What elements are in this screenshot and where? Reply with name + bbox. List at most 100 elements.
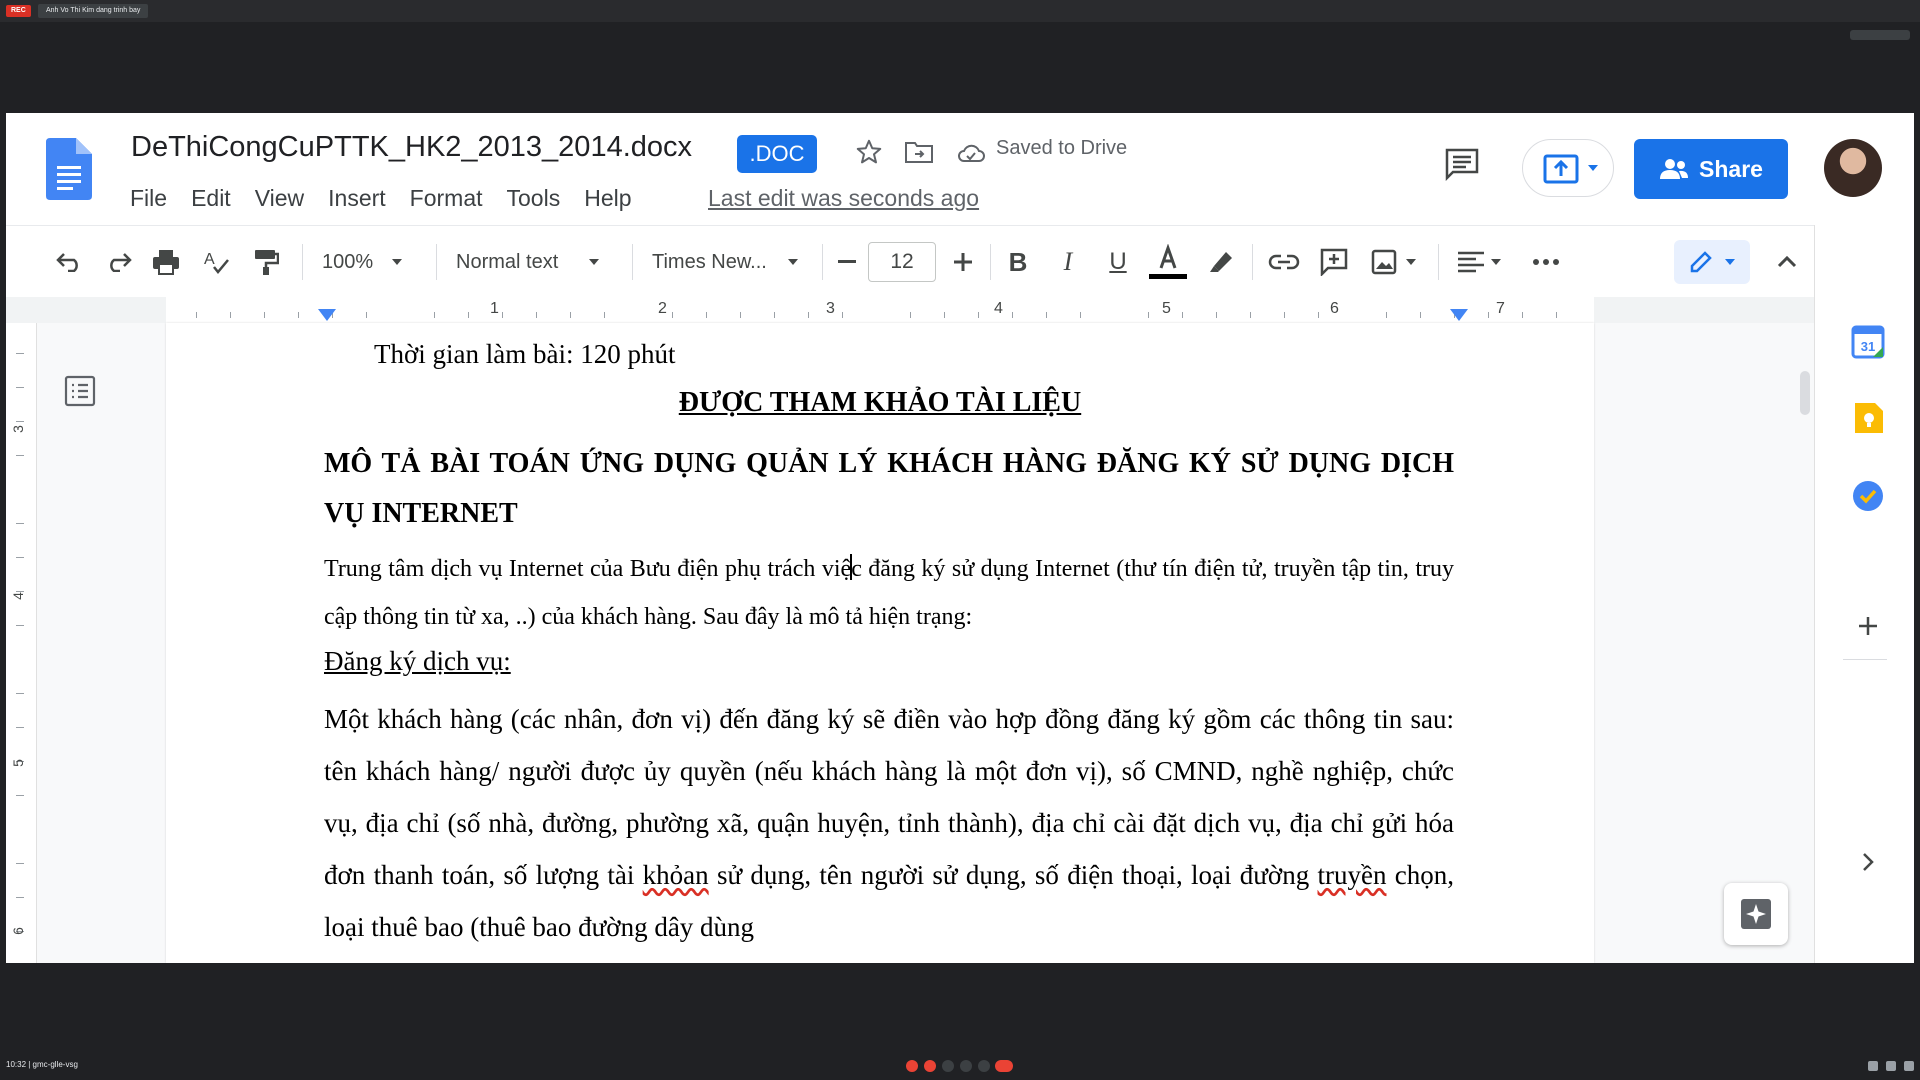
avatar[interactable] bbox=[1824, 139, 1882, 197]
bold-icon: B bbox=[1008, 246, 1028, 277]
captions-button[interactable] bbox=[942, 1060, 954, 1072]
bold-button[interactable]: B bbox=[998, 226, 1038, 298]
highlight-icon bbox=[1210, 252, 1232, 272]
zoom-select[interactable]: 100% bbox=[322, 226, 422, 298]
menu-format[interactable]: Format bbox=[398, 181, 495, 215]
present-button[interactable] bbox=[1522, 139, 1614, 197]
print-button[interactable] bbox=[146, 226, 186, 298]
add-comment-button[interactable] bbox=[1314, 226, 1354, 298]
leave-call-button[interactable] bbox=[995, 1060, 1013, 1072]
move-to-folder-icon[interactable] bbox=[904, 139, 934, 165]
reference-heading: ĐƯỢC THAM KHẢO TÀI LIỆU bbox=[678, 387, 1082, 418]
decrease-font-size-button[interactable] bbox=[830, 226, 864, 298]
increase-font-size-button[interactable] bbox=[946, 226, 980, 298]
explore-button[interactable] bbox=[1724, 883, 1788, 945]
align-icon bbox=[1458, 251, 1484, 273]
cloud-saved-icon[interactable] bbox=[956, 141, 986, 165]
present-now-button[interactable] bbox=[960, 1060, 972, 1072]
editing-mode-button[interactable] bbox=[1674, 240, 1750, 284]
underline-button[interactable]: U bbox=[1098, 226, 1138, 298]
style-select[interactable]: Normal text bbox=[456, 226, 616, 298]
more-button[interactable] bbox=[1526, 226, 1566, 298]
meet-view-controls[interactable] bbox=[1850, 30, 1910, 40]
scrollbar-thumb[interactable] bbox=[1800, 371, 1810, 415]
keep-icon[interactable] bbox=[1851, 401, 1885, 435]
minus-icon bbox=[838, 260, 856, 263]
share-button[interactable]: Share bbox=[1634, 139, 1788, 199]
menu-tools[interactable]: Tools bbox=[495, 181, 573, 215]
spelling-error[interactable]: truyền bbox=[1318, 860, 1387, 890]
menu-help[interactable]: Help bbox=[572, 181, 643, 215]
body-paragraph: Một khách hàng (các nhân, đơn vị) đến đă… bbox=[324, 693, 1454, 953]
italic-button[interactable]: I bbox=[1048, 226, 1088, 298]
presenter-tab[interactable]: Anh Vo Thi Kim dang trinh bay bbox=[38, 4, 149, 18]
present-icon bbox=[1543, 154, 1579, 184]
ruler-number: 6 bbox=[1330, 300, 1339, 317]
camera-button[interactable] bbox=[924, 1060, 936, 1072]
menu-insert[interactable]: Insert bbox=[316, 181, 398, 215]
info-icon[interactable] bbox=[1868, 1061, 1878, 1071]
spellcheck-button[interactable]: A bbox=[196, 226, 236, 298]
insert-image-icon bbox=[1371, 249, 1397, 275]
undo-button[interactable] bbox=[50, 226, 90, 298]
people-icon[interactable] bbox=[1886, 1061, 1896, 1071]
font-select[interactable]: Times New... bbox=[652, 226, 812, 298]
meet-top-bar: REC Anh Vo Thi Kim dang trinh bay bbox=[0, 0, 1920, 22]
save-status[interactable]: Saved to Drive bbox=[996, 137, 1127, 160]
paint-format-button[interactable] bbox=[246, 226, 286, 298]
chevron-down-icon bbox=[1406, 259, 1416, 265]
ruler-number: 4 bbox=[9, 592, 26, 600]
chevron-down-icon bbox=[1588, 165, 1598, 171]
body-text: sử dụng, tên người sử dụng, số điện thoạ… bbox=[708, 860, 1318, 890]
share-label: Share bbox=[1699, 155, 1763, 182]
toolbar: A 100% Normal text Times New... 12 B I U bbox=[6, 225, 1814, 298]
spelling-error[interactable]: khỏan bbox=[643, 860, 709, 890]
chevron-down-icon bbox=[787, 259, 798, 265]
text-color-button[interactable] bbox=[1148, 226, 1188, 298]
font-size-input[interactable]: 12 bbox=[868, 242, 936, 282]
vertical-ruler[interactable]: 3 4 5 6 bbox=[6, 323, 37, 963]
menu-file[interactable]: File bbox=[130, 181, 179, 215]
file-type-badge: .DOC bbox=[737, 135, 817, 173]
style-value: Normal text bbox=[456, 250, 559, 273]
redo-button[interactable] bbox=[98, 226, 138, 298]
last-edit-link[interactable]: Last edit was seconds ago bbox=[708, 181, 979, 215]
comments-icon[interactable] bbox=[1444, 147, 1480, 181]
document-page[interactable]: Thời gian làm bài: 120 phút ĐƯỢC THAM KH… bbox=[166, 323, 1594, 963]
calendar-icon[interactable]: 31 bbox=[1851, 325, 1885, 359]
menu-bar: File Edit View Insert Format Tools Help bbox=[130, 181, 644, 215]
document-title[interactable]: DeThiCongCuPTTK_HK2_2013_2014.docx bbox=[131, 131, 692, 164]
ruler-number: 3 bbox=[9, 425, 26, 433]
menu-view[interactable]: View bbox=[243, 181, 316, 215]
chat-icon[interactable] bbox=[1904, 1061, 1914, 1071]
main-heading: MÔ TẢ BÀI TOÁN ỨNG DỤNG QUẢN LÝ KHÁCH HÀ… bbox=[324, 448, 1454, 529]
left-indent-marker[interactable] bbox=[318, 309, 336, 321]
meeting-clock: 10:32 | gmc-glle-vsg bbox=[6, 1060, 78, 1069]
ruler-number: 1 bbox=[490, 300, 499, 317]
docs-logo-icon[interactable] bbox=[46, 138, 92, 200]
svg-text:31: 31 bbox=[1861, 339, 1875, 354]
ruler-number: 4 bbox=[994, 300, 1003, 317]
chevron-down-icon bbox=[1491, 259, 1501, 265]
chevron-down-icon bbox=[589, 259, 600, 265]
more-icon bbox=[1533, 259, 1559, 265]
align-button[interactable] bbox=[1452, 226, 1508, 298]
expand-panel-icon[interactable] bbox=[1851, 845, 1885, 879]
right-indent-marker[interactable] bbox=[1450, 309, 1468, 321]
tasks-icon[interactable] bbox=[1851, 479, 1885, 513]
insert-link-button[interactable] bbox=[1264, 226, 1304, 298]
menu-edit[interactable]: Edit bbox=[179, 181, 243, 215]
people-icon bbox=[1660, 159, 1689, 179]
star-icon[interactable] bbox=[854, 137, 884, 167]
collapse-menus-button[interactable] bbox=[1770, 226, 1804, 298]
collapse-icon bbox=[1777, 256, 1797, 268]
insert-image-button[interactable] bbox=[1364, 226, 1424, 298]
outline-icon[interactable] bbox=[64, 375, 96, 407]
docs-window: DeThiCongCuPTTK_HK2_2013_2014.docx .DOC … bbox=[6, 113, 1914, 963]
underline-icon: U bbox=[1109, 248, 1127, 275]
highlight-button[interactable] bbox=[1200, 226, 1240, 298]
add-icon[interactable] bbox=[1851, 609, 1885, 643]
mic-button[interactable] bbox=[906, 1060, 918, 1072]
more-options-button[interactable] bbox=[978, 1060, 990, 1072]
horizontal-ruler[interactable]: 1 2 3 4 5 6 7 bbox=[6, 297, 1814, 324]
